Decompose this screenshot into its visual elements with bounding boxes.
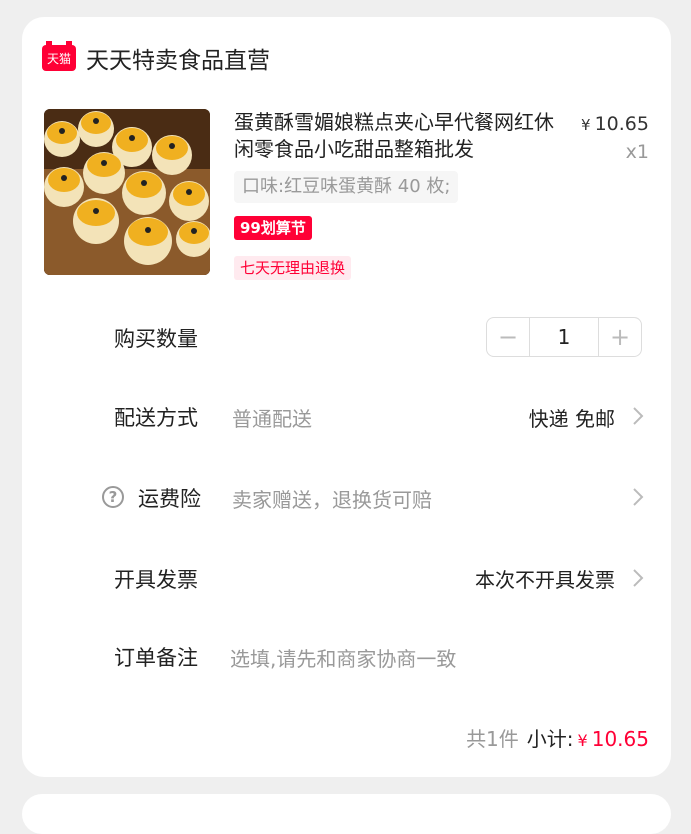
quantity-label: 购买数量 <box>114 327 198 351</box>
quantity-stepper: − 1 + <box>486 317 642 357</box>
shop-header[interactable]: 天猫 天天特卖食品直营 <box>42 41 270 75</box>
invoice-label: 开具发票 <box>114 568 198 592</box>
product-spec[interactable]: 口味:红豆味蛋黄酥 40 枚; <box>234 171 459 203</box>
price-currency: ¥ <box>581 116 591 134</box>
subtotal-value: 10.65 <box>591 727 649 751</box>
chevron-right-icon <box>633 488 644 506</box>
increase-button[interactable]: + <box>599 318 641 356</box>
return-policy-tag: 七天无理由退换 <box>234 256 352 280</box>
product-price: ¥10.65 <box>581 113 649 135</box>
item-count: 共1件 <box>466 727 519 751</box>
note-label: 订单备注 <box>114 646 198 670</box>
subtotal-amount: ¥10.65 <box>578 727 649 751</box>
order-subtotal: 共1件 小计: ¥10.65 <box>466 723 649 752</box>
quantity-input[interactable]: 1 <box>529 318 599 356</box>
egg-yolk-pastry-image <box>44 109 210 275</box>
product-title[interactable]: 蛋黄酥雪媚娘糕点夹心早代餐网红休闲零食品小吃甜品整箱批发 <box>234 109 564 163</box>
delivery-label: 配送方式 <box>114 406 198 430</box>
chevron-right-icon <box>633 569 644 587</box>
insurance-desc: 卖家赠送，退换货可赔 <box>232 488 432 512</box>
help-icon[interactable]: ? <box>102 486 124 508</box>
note-input[interactable]: 选填,请先和商家协商一致 <box>230 643 456 672</box>
subtotal-currency: ¥ <box>577 731 588 750</box>
tmall-logo: 天猫 <box>42 41 76 71</box>
delivery-value: 快递 免邮 <box>528 407 615 431</box>
shop-name[interactable]: 天天特卖食品直营 <box>86 41 270 75</box>
order-card: 天猫 天天特卖食品直营 蛋黄酥雪媚娘糕点夹心早代餐网红休闲零食品小吃甜品整箱批发 <box>22 17 671 777</box>
promo-tag: 99划算节 <box>234 216 312 240</box>
price-value: 10.65 <box>594 113 649 135</box>
insurance-label: 运费险 <box>138 487 201 511</box>
product-image[interactable] <box>44 109 210 275</box>
decrease-button[interactable]: − <box>487 318 529 356</box>
next-section-card <box>22 794 671 834</box>
invoice-value: 本次不开具发票 <box>475 568 615 592</box>
chevron-right-icon <box>633 407 644 425</box>
subtotal-label: 小计: <box>526 727 574 751</box>
product-quantity: x1 <box>625 141 649 163</box>
delivery-method: 普通配送 <box>232 407 312 431</box>
